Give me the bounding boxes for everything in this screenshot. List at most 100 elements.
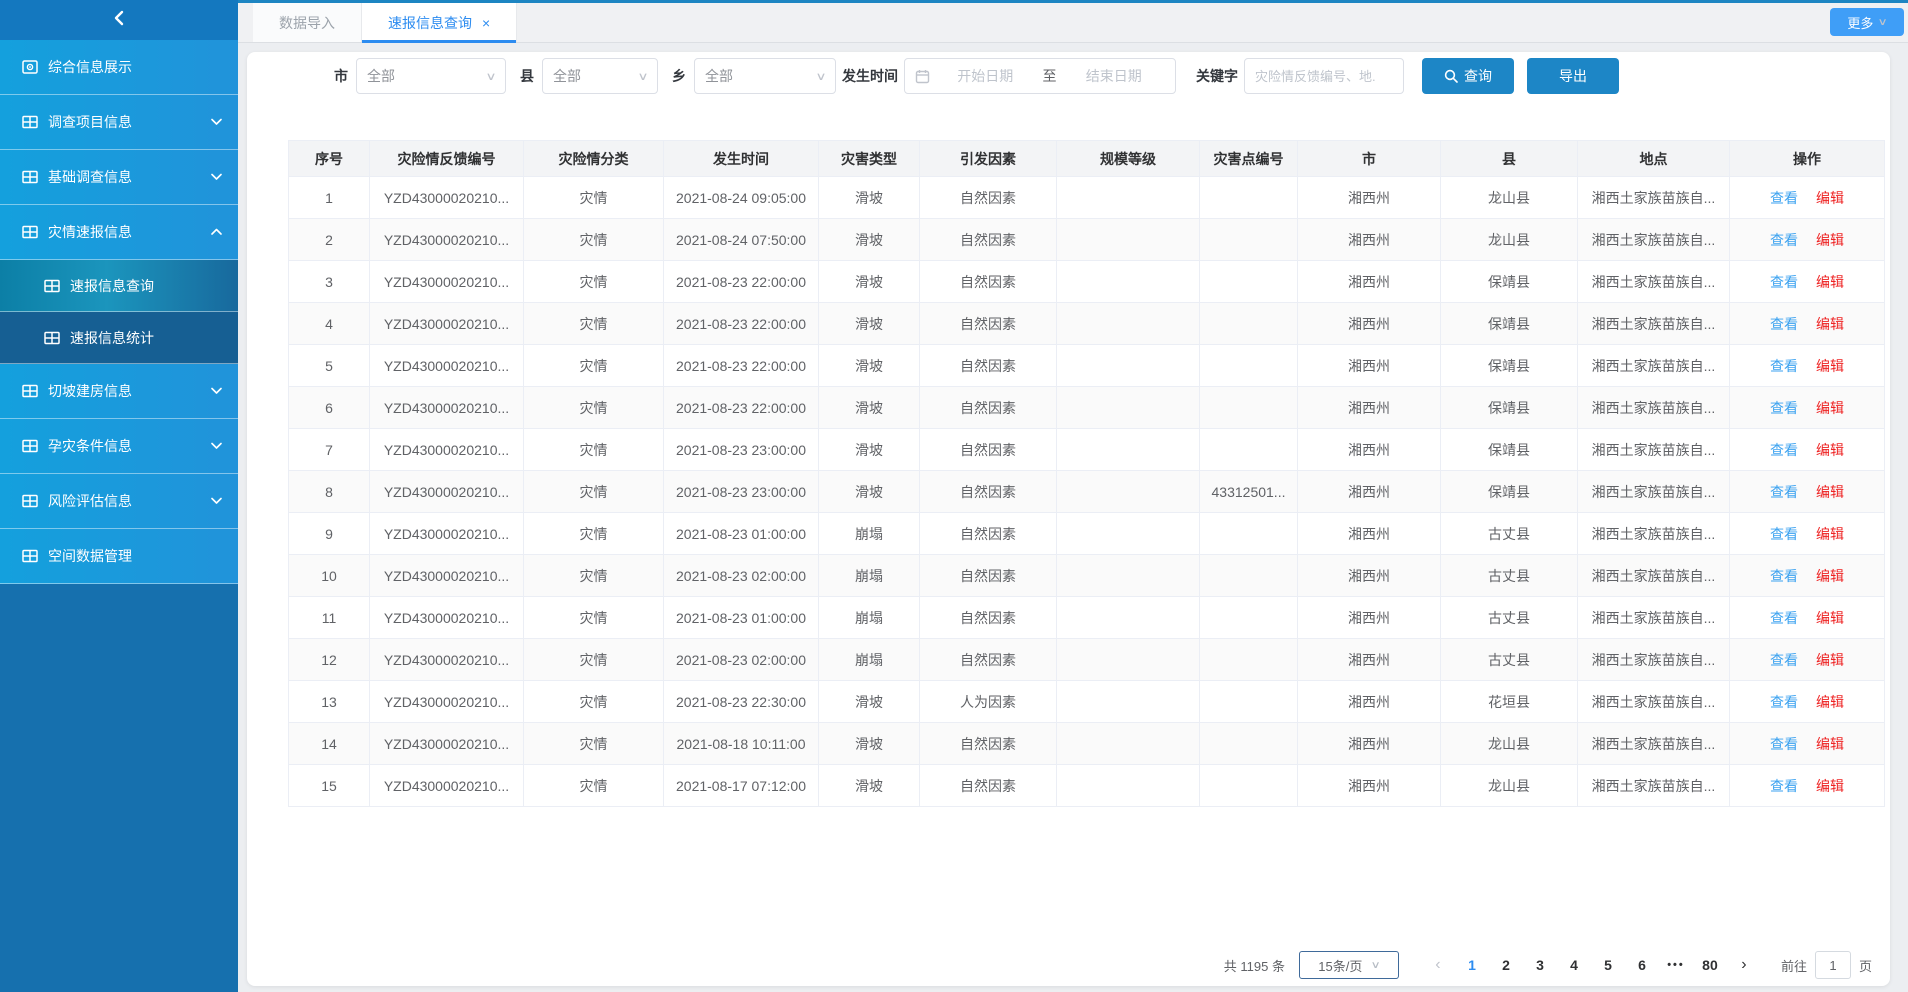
sidebar-item-5[interactable]: 速报信息查询 [0, 260, 238, 312]
view-link[interactable]: 查看 [1770, 274, 1798, 290]
table-row: 14YZD43000020210...灾情2021-08-18 10:11:00… [289, 723, 1885, 765]
cell-point [1200, 303, 1298, 345]
view-link[interactable]: 查看 [1770, 232, 1798, 248]
cell-city: 湘西州 [1298, 387, 1441, 429]
next-page-button[interactable]: › [1729, 951, 1759, 979]
cell-code: YZD43000020210... [370, 765, 524, 807]
date-range-picker[interactable]: 开始日期 至 结束日期 [904, 58, 1176, 94]
search-button-label: 查询 [1464, 66, 1492, 86]
end-date-placeholder[interactable]: 结束日期 [1063, 66, 1166, 86]
keyword-input[interactable] [1244, 58, 1404, 94]
more-pages-ellipsis[interactable]: ••• [1661, 951, 1691, 979]
cell-city: 湘西州 [1298, 597, 1441, 639]
view-link[interactable]: 查看 [1770, 358, 1798, 374]
cell-county: 保靖县 [1441, 303, 1578, 345]
view-link[interactable]: 查看 [1770, 610, 1798, 626]
sidebar-item-6[interactable]: 速报信息统计 [0, 312, 238, 364]
tab-1[interactable]: 数据导入 [253, 3, 362, 42]
page-number-2[interactable]: 2 [1491, 951, 1521, 979]
edit-link[interactable]: 编辑 [1816, 778, 1844, 794]
view-link[interactable]: 查看 [1770, 652, 1798, 668]
chevron-down-icon: ∨ [1878, 17, 1888, 28]
edit-link[interactable]: 编辑 [1816, 316, 1844, 332]
view-link[interactable]: 查看 [1770, 526, 1798, 542]
view-link[interactable]: 查看 [1770, 736, 1798, 752]
column-header: 地点 [1578, 141, 1730, 177]
edit-link[interactable]: 编辑 [1816, 190, 1844, 206]
keyword-label: 关键字 [1196, 66, 1238, 86]
cell-scale [1057, 555, 1200, 597]
more-button[interactable]: 更多 ∨ [1830, 8, 1904, 36]
view-link[interactable]: 查看 [1770, 568, 1798, 584]
cell-no: 4 [289, 303, 370, 345]
cell-no: 15 [289, 765, 370, 807]
view-link[interactable]: 查看 [1770, 400, 1798, 416]
cell-factor: 自然因素 [920, 555, 1057, 597]
cell-county: 保靖县 [1441, 471, 1578, 513]
page-number-6[interactable]: 6 [1627, 951, 1657, 979]
chevron-down-icon: ∨ [485, 70, 496, 83]
open-tabs: 数据导入速报信息查询× [253, 3, 517, 42]
start-date-placeholder[interactable]: 开始日期 [934, 66, 1037, 86]
sidebar-item-2[interactable]: 调查项目信息 [0, 95, 238, 150]
view-link[interactable]: 查看 [1770, 316, 1798, 332]
tab-2[interactable]: 速报信息查询× [362, 3, 517, 42]
cell-type: 滑坡 [819, 387, 920, 429]
edit-link[interactable]: 编辑 [1816, 736, 1844, 752]
town-select[interactable]: 全部 ∨ [694, 58, 836, 94]
cell-point [1200, 765, 1298, 807]
chevron-down-icon: ∨ [1371, 960, 1381, 971]
edit-link[interactable]: 编辑 [1816, 568, 1844, 584]
sidebar-item-7[interactable]: 切坡建房信息 [0, 364, 238, 419]
view-link[interactable]: 查看 [1770, 778, 1798, 794]
cell-time: 2021-08-23 01:00:00 [664, 513, 819, 555]
page-number-3[interactable]: 3 [1525, 951, 1555, 979]
edit-link[interactable]: 编辑 [1816, 232, 1844, 248]
view-link[interactable]: 查看 [1770, 442, 1798, 458]
page-number-4[interactable]: 4 [1559, 951, 1589, 979]
sidebar-item-4[interactable]: 灾情速报信息 [0, 205, 238, 260]
cell-county: 龙山县 [1441, 723, 1578, 765]
cell-factor: 自然因素 [920, 513, 1057, 555]
edit-link[interactable]: 编辑 [1816, 274, 1844, 290]
view-link[interactable]: 查看 [1770, 694, 1798, 710]
cell-factor: 自然因素 [920, 765, 1057, 807]
edit-link[interactable]: 编辑 [1816, 358, 1844, 374]
cell-code: YZD43000020210... [370, 429, 524, 471]
column-header: 操作 [1730, 141, 1885, 177]
cell-code: YZD43000020210... [370, 261, 524, 303]
column-header: 灾害类型 [819, 141, 920, 177]
close-icon[interactable]: × [482, 16, 490, 30]
county-select[interactable]: 全部 ∨ [542, 58, 658, 94]
sidebar-item-9[interactable]: 风险评估信息 [0, 474, 238, 529]
edit-link[interactable]: 编辑 [1816, 652, 1844, 668]
cell-factor: 自然因素 [920, 345, 1057, 387]
page-number-5[interactable]: 5 [1593, 951, 1623, 979]
filter-bar: 市 全部 ∨ 县 全部 ∨ 乡 全部 ∨ 发生时间 开始日期 至 [334, 58, 1619, 94]
page-size-select[interactable]: 15条/页 ∨ [1299, 951, 1399, 979]
edit-link[interactable]: 编辑 [1816, 484, 1844, 500]
view-link[interactable]: 查看 [1770, 190, 1798, 206]
export-button[interactable]: 导出 [1527, 58, 1619, 94]
sidebar-item-10[interactable]: 空间数据管理 [0, 529, 238, 584]
view-link[interactable]: 查看 [1770, 484, 1798, 500]
search-button[interactable]: 查询 [1422, 58, 1514, 94]
edit-link[interactable]: 编辑 [1816, 400, 1844, 416]
cell-county: 古丈县 [1441, 555, 1578, 597]
sidebar-item-3[interactable]: 基础调查信息 [0, 150, 238, 205]
cell-time: 2021-08-23 01:00:00 [664, 597, 819, 639]
edit-link[interactable]: 编辑 [1816, 526, 1844, 542]
cell-place: 湘西土家族苗族自... [1578, 597, 1730, 639]
cell-operations: 查看 编辑 [1730, 471, 1885, 513]
city-select[interactable]: 全部 ∨ [356, 58, 506, 94]
cell-type: 滑坡 [819, 681, 920, 723]
edit-link[interactable]: 编辑 [1816, 694, 1844, 710]
page-number-80[interactable]: 80 [1695, 951, 1725, 979]
goto-page-input[interactable] [1815, 951, 1851, 979]
sidebar-item-1[interactable]: 综合信息展示 [0, 40, 238, 95]
page-number-1[interactable]: 1 [1457, 951, 1487, 979]
sidebar-item-8[interactable]: 孕灾条件信息 [0, 419, 238, 474]
edit-link[interactable]: 编辑 [1816, 610, 1844, 626]
edit-link[interactable]: 编辑 [1816, 442, 1844, 458]
sidebar-collapse-button[interactable] [0, 0, 238, 40]
